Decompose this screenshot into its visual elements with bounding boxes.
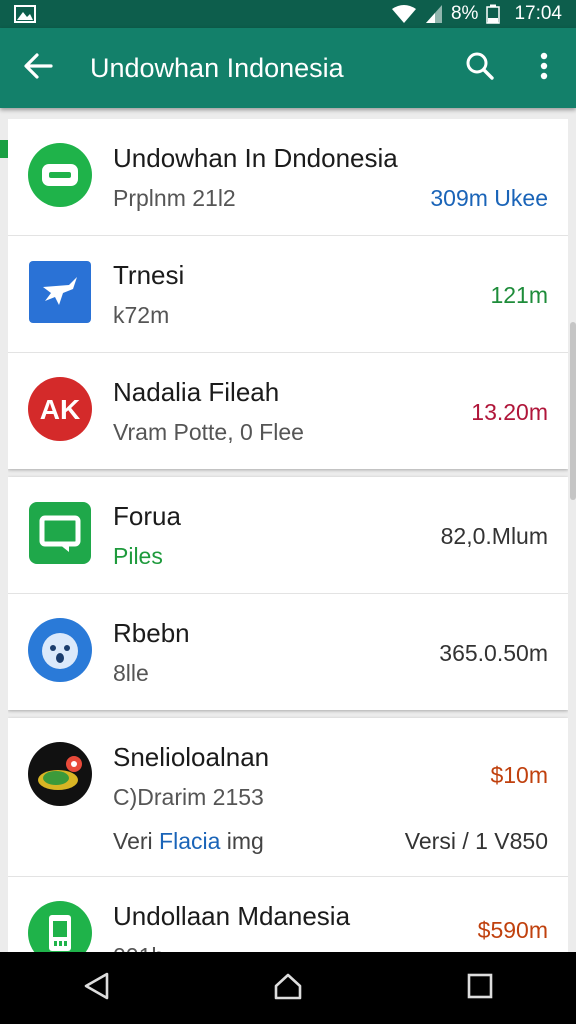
item-subtitle: 001h (113, 943, 164, 952)
green-device-icon (28, 901, 92, 952)
item-name: Undowhan In Dndonesia (113, 143, 398, 173)
item-subtitle: k72m (113, 302, 170, 328)
item-size: 365.0.50m (439, 640, 548, 666)
item-subtitle: C)Drarim 2153 (113, 784, 264, 810)
signal-icon (425, 4, 443, 24)
navigation-bar (0, 952, 576, 1024)
version-number: Versi / 1 V850 (404, 828, 548, 854)
item-name: Rbebn (113, 618, 190, 648)
item-size: 13.20m (471, 399, 548, 425)
app-bar: Undowhan Indonesia (0, 28, 576, 108)
green-pill-icon (28, 143, 92, 207)
item-name: Undollaan Mdanesia (113, 901, 351, 931)
item-subtitle: Piles (113, 543, 163, 569)
item-name: Forua (113, 501, 181, 531)
back-button[interactable] (0, 28, 76, 108)
square-recents-icon (467, 973, 493, 1004)
home-icon (273, 972, 303, 1005)
green-chat-icon (28, 501, 92, 565)
list-item[interactable]: Rbebn 8lle 365.0.50m (8, 594, 568, 710)
list-item[interactable]: Undowhan In Dndonesia Prplnm 21l2 309m U… (8, 119, 568, 236)
list-item[interactable]: AK Nadalia Fileah Vram Potte, 0 Flee 13.… (8, 353, 568, 469)
search-button[interactable] (448, 28, 512, 108)
blue-face-icon (28, 618, 92, 682)
item-size: 309m Ukee (430, 185, 548, 211)
list-item[interactable]: Undollaan Mdanesia 001h $590m (8, 877, 568, 952)
arrow-left-icon (23, 52, 53, 84)
svg-text:AK: AK (40, 394, 80, 425)
item-size: 121m (490, 282, 548, 308)
nav-recents-button[interactable] (440, 952, 520, 1024)
battery-percent: 8% (450, 3, 479, 24)
item-size: $10m (490, 762, 548, 788)
page-title: Undowhan Indonesia (90, 52, 344, 83)
notification-icon (14, 5, 36, 23)
search-icon (465, 51, 495, 86)
more-vert-icon (540, 52, 548, 85)
item-subtitle: Prplnm 21l2 (113, 185, 236, 211)
clock: 17:04 (514, 3, 562, 24)
turtle-icon (28, 742, 92, 806)
blue-plane-icon (28, 260, 92, 324)
overflow-menu-button[interactable] (512, 28, 576, 108)
list-card: Snelioloalnan C)Drarim 2153 $10m Veri Fl… (8, 718, 568, 952)
version-link[interactable]: Flacia (159, 828, 220, 854)
item-subtitle: Vram Potte, 0 Flee (113, 419, 304, 445)
scrollbar[interactable] (570, 322, 576, 500)
nav-back-button[interactable] (56, 952, 136, 1024)
status-bar: 8% 17:04 (0, 0, 576, 28)
battery-icon (486, 4, 501, 24)
item-name: Nadalia Fileah (113, 377, 280, 407)
item-size: $590m (477, 917, 548, 943)
item-name: Snelioloalnan (113, 742, 270, 772)
list-item[interactable]: Forua Piles 82,0.Mlum (8, 477, 568, 594)
selection-accent (0, 140, 8, 158)
nav-home-button[interactable] (248, 952, 328, 1024)
triangle-back-icon (82, 971, 110, 1006)
list-item[interactable]: Snelioloalnan C)Drarim 2153 $10m Veri Fl… (8, 718, 568, 877)
item-name: Trnesi (113, 260, 185, 290)
red-ak-icon: AK (28, 377, 92, 441)
item-subtitle: 8lle (113, 660, 149, 686)
app-list[interactable]: Undowhan In Dndonesia Prplnm 21l2 309m U… (8, 119, 568, 952)
wifi-icon (391, 4, 417, 24)
version-text: Veri Flacia img (113, 828, 264, 855)
list-card: Forua Piles 82,0.Mlum Rbebn 8lle 365.0.5… (8, 477, 568, 710)
version-prefix: Veri (113, 828, 160, 854)
version-suffix: img (220, 828, 264, 854)
item-size: 82,0.Mlum (440, 523, 548, 549)
list-item[interactable]: Trnesi k72m 121m (8, 236, 568, 353)
list-card: Undowhan In Dndonesia Prplnm 21l2 309m U… (8, 119, 568, 469)
